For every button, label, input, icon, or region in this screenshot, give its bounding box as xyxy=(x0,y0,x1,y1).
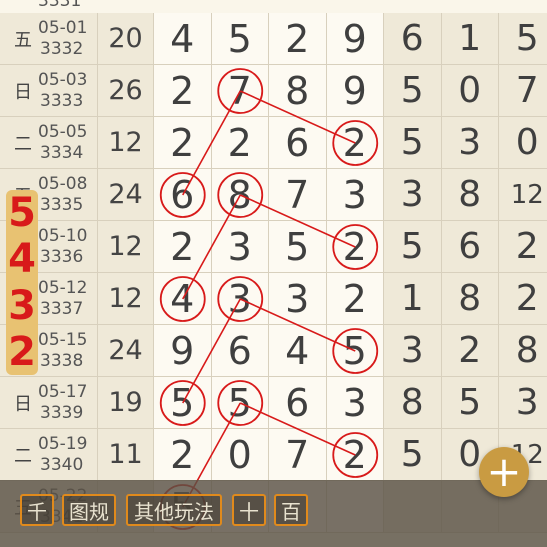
thousands-button[interactable]: 千 xyxy=(20,494,54,526)
pattern-line xyxy=(182,90,241,196)
sidebar-digit: 2 xyxy=(8,328,36,375)
pattern-overlay xyxy=(159,68,379,530)
sidebar-digit: 3 xyxy=(8,282,36,329)
pattern-line xyxy=(239,90,356,144)
other-plays-button[interactable]: 其他玩法 xyxy=(126,494,222,526)
chart-rule-button[interactable]: 图规 xyxy=(62,494,116,526)
pattern-line xyxy=(182,194,241,300)
sidebar-digit: 4 xyxy=(8,236,36,283)
tens-button[interactable]: 十 xyxy=(232,494,266,526)
pattern-line xyxy=(239,298,356,352)
pattern-sidebar[interactable]: 5 4 3 2 xyxy=(6,190,38,375)
pattern-line xyxy=(239,402,356,456)
pattern-line xyxy=(182,298,241,404)
sidebar-digit: 5 xyxy=(8,190,36,237)
pattern-line xyxy=(239,194,356,248)
add-fab-button[interactable]: + xyxy=(479,447,529,497)
hundreds-button[interactable]: 百 xyxy=(274,494,308,526)
plus-icon: + xyxy=(486,447,522,496)
